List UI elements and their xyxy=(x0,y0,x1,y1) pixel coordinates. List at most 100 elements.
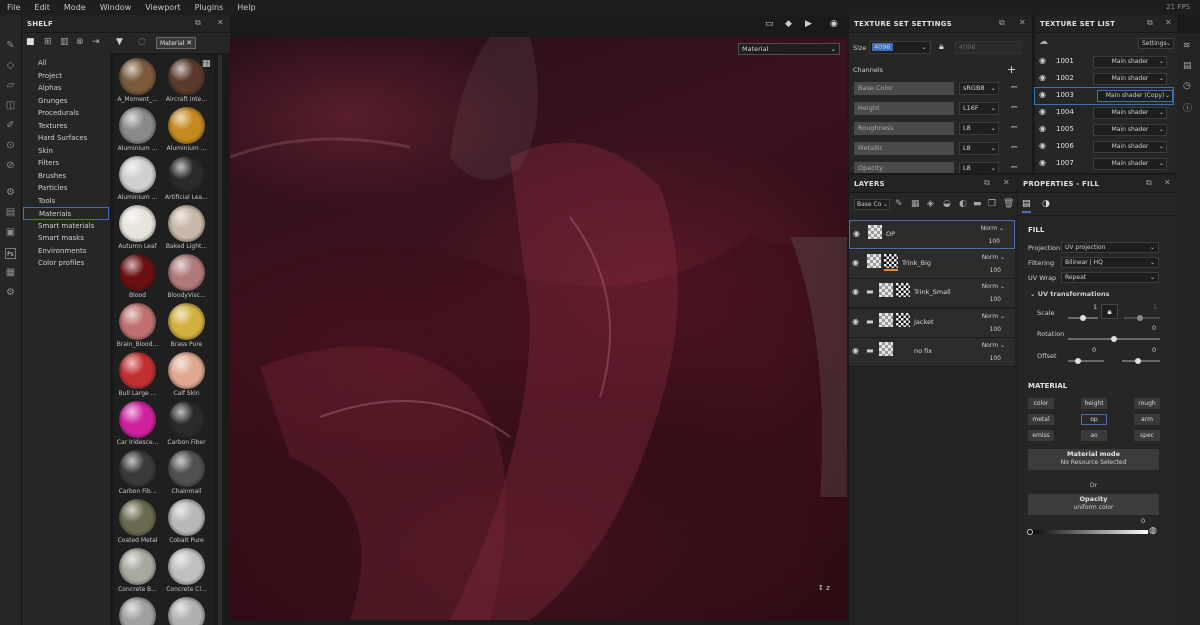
new-folder-icon[interactable]: ⊞ xyxy=(44,37,52,47)
folder-icon[interactable]: ▬ xyxy=(866,317,874,326)
remove-channel-icon[interactable]: − xyxy=(1010,142,1018,154)
color-picker-icon[interactable]: ◍ xyxy=(1149,526,1157,536)
texture-settings-icon[interactable]: ▤ xyxy=(1183,61,1192,71)
close-icon[interactable]: ✕ xyxy=(1164,178,1171,187)
brush-icon[interactable]: ✎ xyxy=(895,199,903,209)
opacity-gradient-slider[interactable] xyxy=(1028,530,1148,534)
uvwrap-select[interactable]: Repeat ⌄ xyxy=(1061,272,1159,283)
bake-icon[interactable]: ▣ xyxy=(5,227,16,238)
material-thumbnail[interactable]: Blood xyxy=(114,251,161,300)
material-thumbnail[interactable]: Aluminium ... xyxy=(114,153,161,202)
category-color-profiles[interactable]: Color profiles xyxy=(22,257,110,270)
remove-channel-icon[interactable]: − xyxy=(1010,102,1018,114)
menu-help[interactable]: Help xyxy=(230,3,262,12)
layer-blend-mode[interactable]: Norm ⌄ xyxy=(982,342,1005,349)
shader-select[interactable]: Main shader ⌄ xyxy=(1093,56,1167,68)
category-brushes[interactable]: Brushes xyxy=(22,170,110,183)
photoshop-icon[interactable]: Ps xyxy=(5,248,16,259)
float-icon[interactable]: ⧉ xyxy=(195,18,201,28)
add-effect-icon[interactable]: ◐ xyxy=(959,199,967,209)
visibility-eye-icon[interactable]: ◉ xyxy=(852,287,859,296)
category-smart-materials[interactable]: Smart materials xyxy=(22,220,110,233)
float-icon[interactable]: ⧉ xyxy=(1147,18,1153,28)
material-thumbnail[interactable]: Cobalt Pure xyxy=(163,496,210,545)
offset-y-slider-handle[interactable] xyxy=(1135,358,1141,364)
shelf-scrollbar[interactable] xyxy=(218,55,222,625)
visibility-eye-icon[interactable]: ◉ xyxy=(1039,73,1046,82)
texture-set-row[interactable]: ◉ 1004 Main shader ⌄ xyxy=(1035,105,1173,121)
geometry-mask-icon[interactable]: ◫ xyxy=(5,100,16,111)
channel-button-op[interactable]: op xyxy=(1081,414,1107,425)
layer-opacity[interactable]: 100 xyxy=(990,355,1001,362)
material-thumbnail[interactable]: Brass Pure xyxy=(163,300,210,349)
menu-mode[interactable]: Mode xyxy=(57,3,93,12)
eraser-icon[interactable]: ◇ xyxy=(5,60,16,71)
scale-slider-2-handle[interactable] xyxy=(1137,315,1143,321)
layer-opacity[interactable]: 100 xyxy=(990,267,1001,274)
material-thumbnail[interactable] xyxy=(114,594,161,625)
category-skin[interactable]: Skin xyxy=(22,145,110,158)
visibility-eye-icon[interactable]: ◉ xyxy=(1039,158,1046,167)
viewport-channel-select[interactable]: Material ⌄ xyxy=(738,43,840,55)
filter-icon[interactable]: ▼ xyxy=(116,37,123,47)
lock-icon[interactable]: 🔒︎ xyxy=(939,42,944,52)
channel-button-arm[interactable]: arm xyxy=(1134,414,1160,425)
smudge-icon[interactable]: ✐ xyxy=(5,120,16,131)
scale-slider-handle[interactable] xyxy=(1080,315,1086,321)
folder-icon[interactable]: ▬ xyxy=(866,346,874,355)
category-all[interactable]: All xyxy=(22,57,110,70)
refresh-icon[interactable]: ◌ xyxy=(138,37,146,47)
shader-select[interactable]: Main shader (Copy) ⌄ xyxy=(1097,90,1173,102)
history-icon[interactable]: ◷ xyxy=(1183,81,1191,91)
category-particles[interactable]: Particles xyxy=(22,182,110,195)
visibility-eye-icon[interactable]: ◉ xyxy=(852,317,859,326)
material-thumbnail[interactable] xyxy=(163,594,210,625)
category-grunges[interactable]: Grunges xyxy=(22,95,110,108)
opacity-slider-handle[interactable] xyxy=(1027,529,1033,535)
shader-select[interactable]: Main shader ⌄ xyxy=(1093,124,1167,136)
material-thumbnail[interactable]: A_Moment_... xyxy=(114,55,161,104)
scale-lock-button[interactable]: 🔒︎ xyxy=(1101,304,1118,319)
visibility-eye-icon[interactable]: ◉ xyxy=(1039,56,1046,65)
clone-icon[interactable]: ⊙ xyxy=(5,140,16,151)
layer-row[interactable]: ◉ ▬ Trink_Small Norm ⌄ 100 xyxy=(849,279,1015,308)
grid-view-icon[interactable]: ▦ xyxy=(202,59,211,69)
category-textures[interactable]: Textures xyxy=(22,120,110,133)
texture-set-settings-button[interactable]: Settings ⌄ xyxy=(1138,38,1174,49)
texture-set-row[interactable]: ◉ 1002 Main shader ⌄ xyxy=(1035,71,1173,87)
category-alphas[interactable]: Alphas xyxy=(22,82,110,95)
menu-window[interactable]: Window xyxy=(93,3,139,12)
duplicate-icon[interactable]: ❐ xyxy=(988,199,996,209)
category-project[interactable]: Project xyxy=(22,70,110,83)
layer-row[interactable]: ◉ Trink_Big Norm ⌄ 100 xyxy=(849,249,1015,279)
display-icon[interactable]: ▤ xyxy=(5,207,16,218)
filtering-select[interactable]: Bilinear | HQ ⌄ xyxy=(1061,257,1159,268)
menu-plugins[interactable]: Plugins xyxy=(188,3,231,12)
size-select[interactable]: 4096 ⌄ xyxy=(869,41,931,54)
channel-button-rough[interactable]: rough xyxy=(1134,398,1160,409)
layer-opacity[interactable]: 100 xyxy=(990,296,1001,303)
offset-x-slider[interactable] xyxy=(1068,360,1104,362)
shader-select[interactable]: Main shader ⌄ xyxy=(1093,141,1167,153)
menu-viewport[interactable]: Viewport xyxy=(138,3,187,12)
texture-set-row[interactable]: ◉ 1003 Main shader (Copy) ⌄ xyxy=(1034,87,1174,105)
database-icon[interactable]: ▥ xyxy=(60,37,69,47)
hide-icon[interactable]: ⊗ xyxy=(76,37,84,47)
material-thumbnail[interactable]: Carbon Fiber xyxy=(163,398,210,447)
import-icon[interactable]: ⇥ xyxy=(92,37,100,47)
layer-blend-mode[interactable]: Norm ⌄ xyxy=(982,313,1005,320)
info-icon[interactable]: ⓘ xyxy=(1183,101,1192,114)
remove-channel-icon[interactable]: − xyxy=(1010,82,1018,94)
opacity-source-button[interactable]: Opacity uniform color xyxy=(1028,494,1159,515)
remove-filter-icon[interactable]: ✕ xyxy=(186,39,192,47)
visibility-eye-icon[interactable]: ◉ xyxy=(1039,124,1046,133)
texture-set-row[interactable]: ◉ 1005 Main shader ⌄ xyxy=(1035,122,1173,138)
category-filters[interactable]: Filters xyxy=(22,157,110,170)
add-fill-layer-icon[interactable]: ◈ xyxy=(927,199,934,209)
material-thumbnail[interactable]: Bull Large ... xyxy=(114,349,161,398)
layers-stack-icon[interactable]: ≋ xyxy=(1183,41,1191,51)
channel-button-emiss[interactable]: emiss xyxy=(1028,430,1054,441)
texture-set-row[interactable]: ◉ 1006 Main shader ⌄ xyxy=(1035,139,1173,155)
material-thumbnail[interactable]: Autumn Leaf xyxy=(114,202,161,251)
material-thumbnail[interactable]: Car Iridesce... xyxy=(114,398,161,447)
